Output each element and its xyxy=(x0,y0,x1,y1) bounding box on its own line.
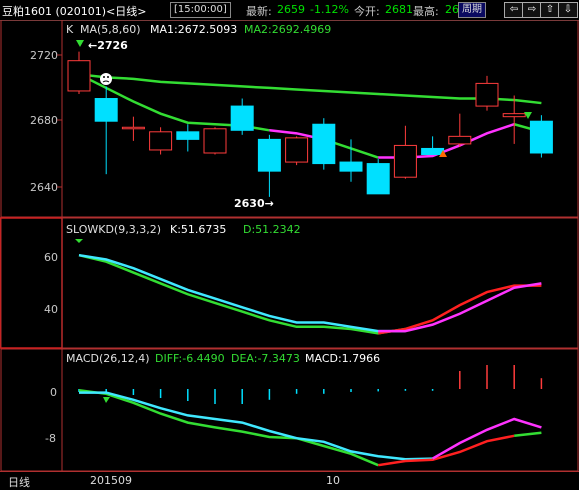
macd-panel-frame xyxy=(0,348,579,472)
nav-right-button[interactable]: ⇨ xyxy=(522,2,542,18)
candle-body xyxy=(203,128,227,154)
candle-body xyxy=(502,113,526,118)
candle-body xyxy=(257,138,281,172)
cycle-button[interactable]: 周期 xyxy=(458,2,486,18)
macd-y-axis: 0 -8 xyxy=(45,386,57,445)
macd-header: MACD(26,12,4) DIFF:-6.4490 DEA:-7.3473 M… xyxy=(66,352,380,365)
macd-tick-minus8: -8 xyxy=(45,432,56,445)
ma1-value: MA1:2672.5093 xyxy=(150,23,237,36)
macd-dea-line-green-end xyxy=(514,431,542,438)
high-label: 最高: xyxy=(413,5,439,18)
kd-params: SLOWKD(9,3,3,2) xyxy=(66,223,161,236)
ma2-value: MA2:2692.4969 xyxy=(244,23,331,36)
macd-dea-line xyxy=(78,388,379,467)
change-percent: -1.12% xyxy=(310,3,349,16)
ma-params: MA(5,8,60) xyxy=(80,23,141,36)
candle-body xyxy=(366,163,390,195)
price-tick-2720: 2720 xyxy=(30,49,58,62)
high-annotation-value: 2726 xyxy=(97,39,128,52)
price-plot xyxy=(67,51,553,197)
low-annotation: 2630→ xyxy=(234,197,274,210)
down-arrow-icon xyxy=(76,40,84,47)
price-header: K MA(5,8,60) MA1:2672.5093 MA2:2692.4969 xyxy=(66,23,331,36)
candle-body xyxy=(67,60,91,92)
macd-tick-0: 0 xyxy=(50,386,57,399)
latest-label: 最新: xyxy=(246,5,272,18)
macd-params: MACD(26,12,4) xyxy=(66,352,150,365)
price-tick-2680: 2680 xyxy=(30,114,58,127)
macd-value: MACD:1.7966 xyxy=(305,352,380,365)
k-label: K xyxy=(66,23,74,36)
kd-tick-60: 60 xyxy=(44,251,58,264)
open-value: 2681 xyxy=(385,3,413,16)
kd-axis-highlight xyxy=(0,217,63,349)
price-y-axis: 2720 2680 2640 xyxy=(30,49,62,194)
kd-plot xyxy=(78,253,542,335)
face-eye-left xyxy=(103,76,105,78)
candle-body xyxy=(312,123,336,165)
candle-body xyxy=(94,98,118,122)
macd-dea-value: DEA:-7.3473 xyxy=(231,352,300,365)
kd-y-axis: 60 40 xyxy=(44,251,58,316)
kd-d-line-red xyxy=(378,284,542,335)
title-bar: 豆粕1601 (020101)<日线> [15:00:00] 最新: 2659 … xyxy=(0,0,579,21)
macd-down-arrow-icon xyxy=(103,397,110,403)
candle-body xyxy=(121,126,145,130)
macd-plot xyxy=(78,365,543,467)
time-display: [15:00:00] xyxy=(170,2,231,18)
kd-k-line xyxy=(78,253,406,333)
kd-k-line-magenta xyxy=(378,282,542,333)
date-tick-201509: 201509 xyxy=(90,474,132,487)
face-eye-right xyxy=(107,76,109,78)
nav-left-button[interactable]: ⇦ xyxy=(504,2,524,18)
date-axis: 日线 201509 10 xyxy=(0,471,579,489)
nav-down-button[interactable]: ⇩ xyxy=(558,2,578,18)
price-tick-2640: 2640 xyxy=(30,181,58,194)
candle-body xyxy=(448,135,472,145)
candle-body xyxy=(421,147,445,156)
candle-body xyxy=(285,137,309,163)
macd-diff-value: DIFF:-6.4490 xyxy=(155,352,225,365)
kd-tick-40: 40 xyxy=(44,303,58,316)
kd-down-arrow-icon xyxy=(75,239,83,243)
date-tick-10: 10 xyxy=(326,474,340,487)
ma-slow-line xyxy=(78,73,542,105)
kd-k-value: K:51.6735 xyxy=(170,223,226,236)
kd-header: SLOWKD(9,3,3,2) K:51.6735 D:51.2342 xyxy=(66,223,301,236)
candle-body xyxy=(475,82,499,107)
candle-body xyxy=(529,120,553,154)
low-annotation-value: 2630 xyxy=(234,197,265,210)
nav-up-button[interactable]: ⇧ xyxy=(540,2,560,18)
kd-panel-frame xyxy=(0,217,579,349)
candle-body xyxy=(339,161,363,172)
face-marker-icon xyxy=(100,73,112,85)
candle-body xyxy=(149,131,173,151)
latest-value: 2659 xyxy=(277,3,305,16)
high-value: 26 xyxy=(445,3,459,16)
macd-diff-line-magenta xyxy=(431,417,542,460)
high-annotation: ←2726 xyxy=(88,39,128,52)
instrument-title: 豆粕1601 (020101)<日线> xyxy=(2,5,147,18)
candle-body xyxy=(176,131,200,140)
kd-d-value: D:51.2342 xyxy=(243,223,301,236)
candle-body xyxy=(393,144,417,178)
open-label: 今开: xyxy=(354,5,380,18)
chart-area[interactable]: 2720 2680 2640 60 40 0 -8 K MA(5,8,60) M… xyxy=(0,20,579,488)
candle-body xyxy=(230,105,254,131)
